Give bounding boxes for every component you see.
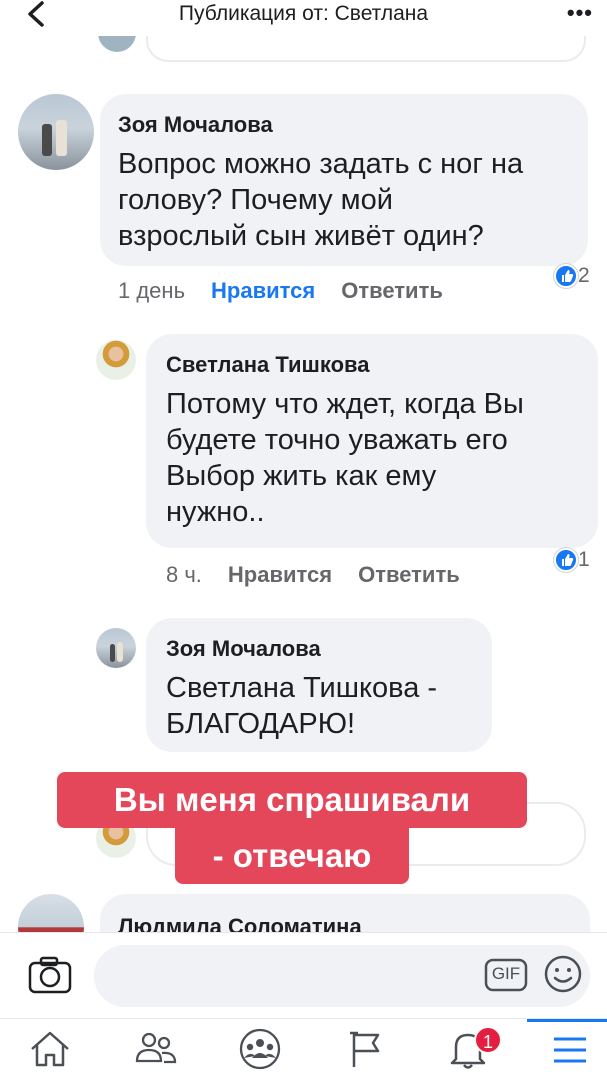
top-bar: Публикация от: Светлана •••: [0, 0, 607, 36]
reaction-number: 2: [578, 264, 590, 287]
comment-text-line: Выбор жить как ему: [166, 460, 437, 492]
comment-text: Потому что ждет, когда Вы будете точно у…: [166, 386, 524, 530]
text-sticker: Вы меня спрашивали: [57, 772, 527, 828]
comment-text-line: голову? Почему мой: [118, 184, 393, 216]
menu-icon[interactable]: [546, 1027, 594, 1071]
active-tab-indicator: [527, 1019, 607, 1022]
avatar[interactable]: [96, 340, 136, 380]
reaction-count[interactable]: 2: [554, 264, 590, 289]
thumbs-up-icon: [554, 548, 578, 573]
comment-text-line: взрослый сын живёт один?: [118, 220, 484, 252]
pages-flag-icon[interactable]: [342, 1027, 390, 1071]
comment-time: 8 ч.: [166, 562, 202, 587]
comment-text-line: БЛАГОДАРЮ!: [166, 708, 356, 740]
comment-bubble: Зоя Мочалова Светлана Тишкова - БЛАГОДАР…: [146, 618, 492, 752]
comment-time: 1 день: [118, 278, 186, 303]
bottom-tab-bar: [0, 1018, 607, 1080]
avatar[interactable]: [96, 628, 136, 668]
comment-text-line: будете точно уважать его: [166, 424, 508, 456]
comment-text-line: Светлана Тишкова -: [166, 672, 438, 704]
avatar[interactable]: [18, 94, 94, 170]
gif-button[interactable]: GIF: [484, 958, 528, 992]
comment-text: Светлана Тишкова - БЛАГОДАРЮ!: [166, 670, 437, 742]
reaction-number: 1: [578, 548, 590, 571]
camera-icon[interactable]: [28, 955, 72, 995]
reply-button[interactable]: Ответить: [358, 562, 460, 587]
comment-text-line: Потому что ждет, когда Вы: [166, 388, 524, 420]
like-button[interactable]: Нравится: [228, 562, 332, 587]
comment-bubble: Зоя Мочалова Вопрос можно задать с ног н…: [100, 94, 588, 266]
emoji-icon[interactable]: [543, 954, 583, 994]
comment-meta: 1 день Нравится Ответить: [118, 278, 443, 304]
gif-label: GIF: [491, 964, 521, 983]
comment-meta: 8 ч. Нравится Ответить: [166, 562, 460, 588]
reaction-count[interactable]: 1: [554, 548, 590, 573]
home-icon[interactable]: [26, 1027, 74, 1071]
like-button[interactable]: Нравится: [211, 278, 315, 303]
reply-button[interactable]: Ответить: [341, 278, 443, 303]
comment-text-line: нужно..: [166, 496, 265, 528]
comment-author[interactable]: Светлана Тишкова: [166, 352, 370, 378]
comment-author[interactable]: Зоя Мочалова: [118, 112, 273, 138]
comment-author[interactable]: Зоя Мочалова: [166, 636, 321, 662]
thumbs-up-icon: [554, 264, 578, 289]
comment-bubble: Светлана Тишкова Потому что ждет, когда …: [146, 334, 598, 548]
text-sticker: - отвечаю: [175, 828, 409, 884]
comment-text-line: Вопрос можно задать с ног на: [118, 148, 524, 180]
groups-icon[interactable]: [236, 1027, 284, 1071]
friends-icon[interactable]: [132, 1027, 180, 1071]
comment-text: Вопрос можно задать с ног на голову? Поч…: [118, 146, 523, 254]
page-title: Публикация от: Светлана: [178, 2, 429, 25]
more-options-icon[interactable]: •••: [567, 0, 593, 26]
notifications-badge: 1: [474, 1026, 502, 1054]
